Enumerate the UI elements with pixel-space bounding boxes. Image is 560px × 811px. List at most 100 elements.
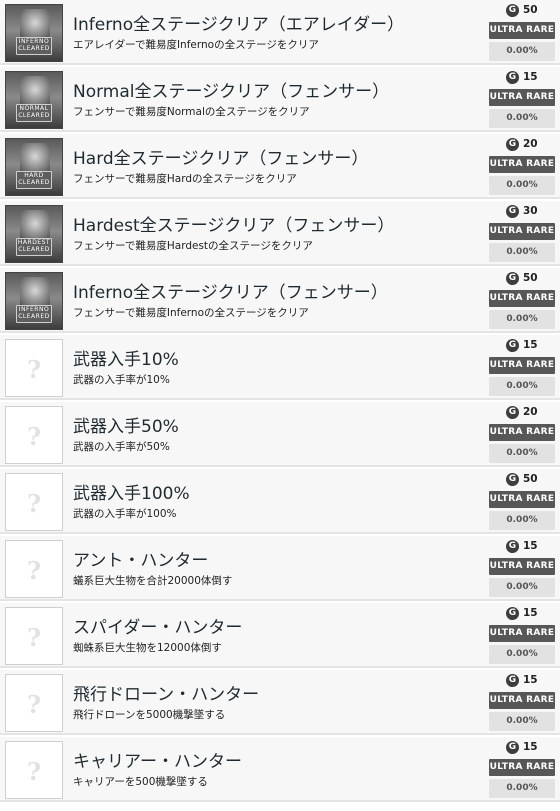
achievement-title[interactable]: Inferno全ステージクリア（エアレイダー） [73,10,404,35]
unlock-percentage: 0.00% [489,511,555,530]
question-mark-icon: ? [26,623,42,652]
g-coin-icon: G [506,674,519,687]
g-coin-icon: G [506,205,519,218]
cleared-plate: INFERNO CLEARED [16,37,52,55]
locked-achievement-icon: ? [5,741,63,799]
points-value: 15 [523,607,538,619]
achievement-row[interactable]: NORMAL CLEARED Normal全ステージクリア（フェンサー） フェン… [0,67,560,132]
points: G 15 [489,70,555,86]
rarity-badge: ULTRA RARE [489,625,555,642]
points: G 15 [489,673,555,689]
rarity-badge: ULTRA RARE [489,290,555,307]
question-mark-icon: ? [26,355,42,384]
achievement-row[interactable]: ? 飛行ドローン・ハンター 飛行ドローンを5000機撃墜する G 15 ULTR… [0,670,560,735]
achievement-row[interactable]: ? 武器入手50% 武器の入手率が50% G 20 ULTRA RARE 0.0… [0,402,560,467]
cleared-plate: HARDEST CLEARED [16,238,52,256]
rarity-badge: ULTRA RARE [489,357,555,374]
unlock-percentage: 0.00% [489,109,555,128]
points-value: 50 [523,473,538,485]
g-coin-icon: G [506,741,519,754]
unlock-percentage: 0.00% [489,444,555,463]
achievement-icon: HARDEST CLEARED [5,205,63,263]
locked-achievement-icon: ? [5,473,63,531]
achievement-icon: INFERNO CLEARED [5,4,63,62]
points: G 15 [489,606,555,622]
achievement-stats: G 15 ULTRA RARE 0.00% [489,606,555,664]
locked-achievement-icon: ? [5,607,63,665]
points: G 15 [489,740,555,756]
achievement-title[interactable]: Inferno全ステージクリア（フェンサー） [73,278,388,303]
points-value: 50 [523,4,538,16]
question-mark-icon: ? [26,556,42,585]
points: G 20 [489,405,555,421]
achievement-title[interactable]: 飛行ドローン・ハンター [73,680,259,705]
points-value: 20 [523,406,538,418]
rarity-badge: ULTRA RARE [489,223,555,240]
unlock-percentage: 0.00% [489,377,555,396]
locked-achievement-icon: ? [5,674,63,732]
cleared-plate: INFERNO CLEARED [16,305,52,323]
achievement-title[interactable]: Hard全ステージクリア（フェンサー） [73,144,368,169]
g-coin-icon: G [506,71,519,84]
rarity-badge: ULTRA RARE [489,759,555,776]
achievement-row[interactable]: ? アント・ハンター 蟻系巨大生物を合計20000体倒す G 15 ULTRA … [0,536,560,601]
rarity-badge: ULTRA RARE [489,89,555,106]
points: G 30 [489,204,555,220]
rarity-badge: ULTRA RARE [489,22,555,39]
achievement-row[interactable]: ? 武器入手100% 武器の入手率が100% G 50 ULTRA RARE 0… [0,469,560,534]
achievement-row[interactable]: INFERNO CLEARED Inferno全ステージクリア（フェンサー） フ… [0,268,560,333]
achievement-row[interactable]: ? キャリアー・ハンター キャリアーを500機撃墜する G 15 ULTRA R… [0,737,560,802]
unlock-percentage: 0.00% [489,176,555,195]
achievement-stats: G 20 ULTRA RARE 0.00% [489,137,555,195]
achievement-row[interactable]: HARDEST CLEARED Hardest全ステージクリア（フェンサー） フ… [0,201,560,266]
points: G 15 [489,338,555,354]
unlock-percentage: 0.00% [489,712,555,731]
unlock-percentage: 0.00% [489,779,555,798]
achievement-stats: G 15 ULTRA RARE 0.00% [489,673,555,731]
points-value: 15 [523,339,538,351]
achievement-stats: G 50 ULTRA RARE 0.00% [489,472,555,530]
points-value: 20 [523,138,538,150]
achievement-stats: G 15 ULTRA RARE 0.00% [489,740,555,798]
achievement-title[interactable]: Normal全ステージクリア（フェンサー） [73,77,389,102]
rarity-badge: ULTRA RARE [489,156,555,173]
g-coin-icon: G [506,406,519,419]
achievement-description: 蜘蛛系巨大生物を12000体倒す [73,642,222,654]
g-coin-icon: G [506,607,519,620]
achievement-description: 武器の入手率が50% [73,441,170,453]
question-mark-icon: ? [26,757,42,786]
locked-achievement-icon: ? [5,339,63,397]
achievement-list: INFERNO CLEARED Inferno全ステージクリア（エアレイダー） … [0,0,560,802]
points-value: 15 [523,540,538,552]
achievement-title[interactable]: キャリアー・ハンター [73,747,242,772]
unlock-percentage: 0.00% [489,42,555,61]
achievement-stats: G 15 ULTRA RARE 0.00% [489,70,555,128]
achievement-description: フェンサーで難易度Hardの全ステージをクリア [73,173,297,185]
points: G 50 [489,271,555,287]
achievement-row[interactable]: HARD CLEARED Hard全ステージクリア（フェンサー） フェンサーで難… [0,134,560,199]
g-coin-icon: G [506,540,519,553]
achievement-row[interactable]: ? 武器入手10% 武器の入手率が10% G 15 ULTRA RARE 0.0… [0,335,560,400]
achievement-row[interactable]: INFERNO CLEARED Inferno全ステージクリア（エアレイダー） … [0,0,560,65]
achievement-description: 武器の入手率が10% [73,374,170,386]
achievement-title[interactable]: スパイダー・ハンター [73,613,242,638]
achievement-title[interactable]: 武器入手100% [73,479,190,504]
achievement-stats: G 50 ULTRA RARE 0.00% [489,3,555,61]
g-coin-icon: G [506,339,519,352]
achievement-title[interactable]: アント・ハンター [73,546,208,571]
points: G 50 [489,472,555,488]
achievement-title[interactable]: 武器入手50% [73,412,179,437]
achievement-description: フェンサーで難易度Infernoの全ステージをクリア [73,307,309,319]
achievement-row[interactable]: ? スパイダー・ハンター 蜘蛛系巨大生物を12000体倒す G 15 ULTRA… [0,603,560,668]
achievement-stats: G 30 ULTRA RARE 0.00% [489,204,555,262]
achievement-icon: NORMAL CLEARED [5,71,63,129]
points: G 20 [489,137,555,153]
rarity-badge: ULTRA RARE [489,558,555,575]
achievement-title[interactable]: 武器入手10% [73,345,179,370]
points-value: 15 [523,71,538,83]
points-value: 30 [523,205,538,217]
achievement-title[interactable]: Hardest全ステージクリア（フェンサー） [73,211,394,236]
achievement-description: フェンサーで難易度Normalの全ステージをクリア [73,106,310,118]
points-value: 15 [523,674,538,686]
achievement-stats: G 20 ULTRA RARE 0.00% [489,405,555,463]
